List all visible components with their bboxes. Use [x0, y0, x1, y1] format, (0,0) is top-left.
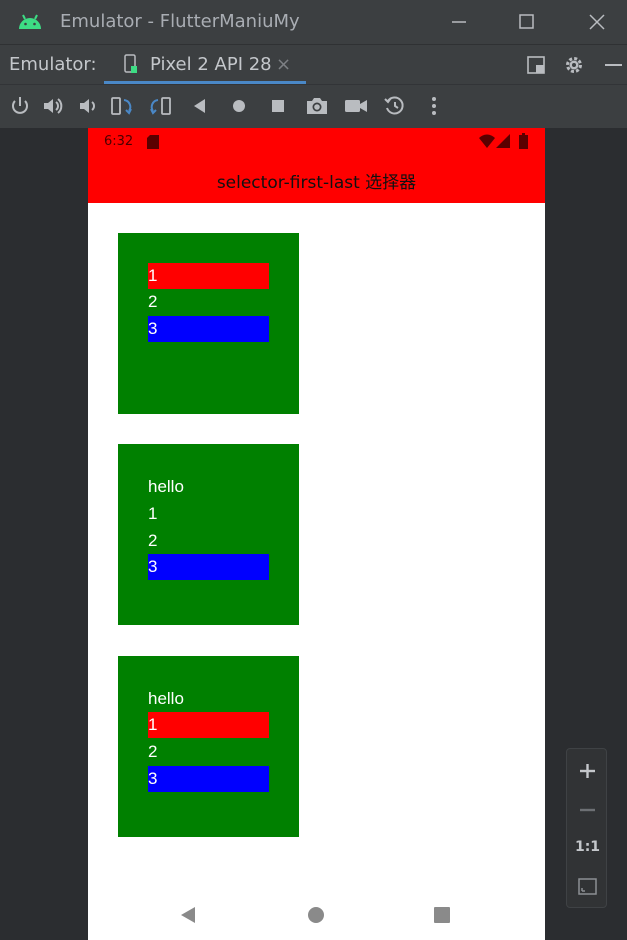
title-bar: Emulator - FlutterManiuMy [0, 0, 627, 44]
rotate-right-icon[interactable] [149, 95, 173, 117]
back-icon[interactable] [188, 95, 212, 117]
tab-close-icon[interactable]: × [276, 56, 291, 74]
list-item: 3 [148, 766, 269, 792]
list-item: hello [148, 689, 184, 708]
window-title: Emulator - FlutterManiuMy [60, 11, 300, 32]
nav-overview-icon[interactable] [433, 906, 451, 924]
android-status-bar: 6:32 [88, 128, 545, 156]
signal-icon [496, 134, 510, 148]
camera-icon[interactable] [305, 95, 329, 117]
sd-card-icon [147, 135, 159, 149]
device-phone-icon [124, 54, 137, 73]
emulator-toolbar [0, 84, 627, 128]
green-box-2: hello 1 2 3 [118, 444, 299, 625]
list-item: 1 [148, 263, 269, 289]
android-nav-bar [88, 893, 545, 940]
list-item: 2 [148, 531, 158, 550]
list-item: 1 [148, 504, 158, 523]
emulator-tab-bar: Emulator: Pixel 2 API 28 × [0, 44, 627, 84]
snapshot-icon[interactable] [383, 95, 407, 117]
settings-gear-icon[interactable] [563, 54, 585, 76]
overview-icon[interactable] [266, 95, 290, 117]
tab-label: Pixel 2 API 28 [150, 54, 272, 75]
device-screen[interactable]: 6:32 selector-first-last 选择器 1 2 3 hello… [88, 128, 545, 940]
status-time: 6:32 [104, 134, 134, 149]
wifi-icon [479, 134, 495, 148]
list-item: 2 [148, 742, 158, 761]
battery-icon [519, 133, 528, 149]
green-box-1: 1 2 3 [118, 233, 299, 414]
android-logo-icon [19, 14, 41, 29]
power-icon[interactable] [8, 95, 32, 117]
tab-pixel-2-api-28[interactable]: Pixel 2 API 28 × [104, 45, 306, 84]
more-icon[interactable] [422, 95, 446, 117]
close-icon[interactable] [584, 10, 610, 34]
rotate-left-icon[interactable] [110, 95, 134, 117]
zoom-in-icon[interactable] [567, 761, 608, 781]
zoom-fit-icon[interactable] [567, 877, 608, 897]
minimize-icon[interactable] [446, 10, 472, 34]
list-item: 1 [148, 712, 269, 738]
list-item: 3 [148, 554, 269, 580]
list-item: hello [148, 477, 184, 496]
green-box-3: hello 1 2 3 [118, 656, 299, 837]
record-icon[interactable] [344, 95, 368, 117]
nav-home-icon[interactable] [307, 906, 325, 924]
volume-down-icon[interactable] [76, 95, 100, 117]
zoom-1-to-1-button[interactable]: 1:1 [567, 839, 608, 855]
emulator-label: Emulator: [9, 54, 97, 75]
volume-up-icon[interactable] [42, 95, 66, 117]
window-mode-icon[interactable] [525, 54, 547, 76]
list-item: 2 [148, 292, 158, 311]
list-item: 3 [148, 316, 269, 342]
zoom-panel: 1:1 [566, 748, 607, 908]
hide-panel-icon[interactable] [602, 54, 624, 76]
zoom-out-icon[interactable] [567, 800, 608, 820]
app-title: selector-first-last 选择器 [216, 173, 417, 193]
home-icon[interactable] [227, 95, 251, 117]
app-bar: selector-first-last 选择器 [88, 156, 545, 203]
nav-back-icon[interactable] [179, 906, 197, 924]
maximize-icon[interactable] [514, 10, 540, 34]
